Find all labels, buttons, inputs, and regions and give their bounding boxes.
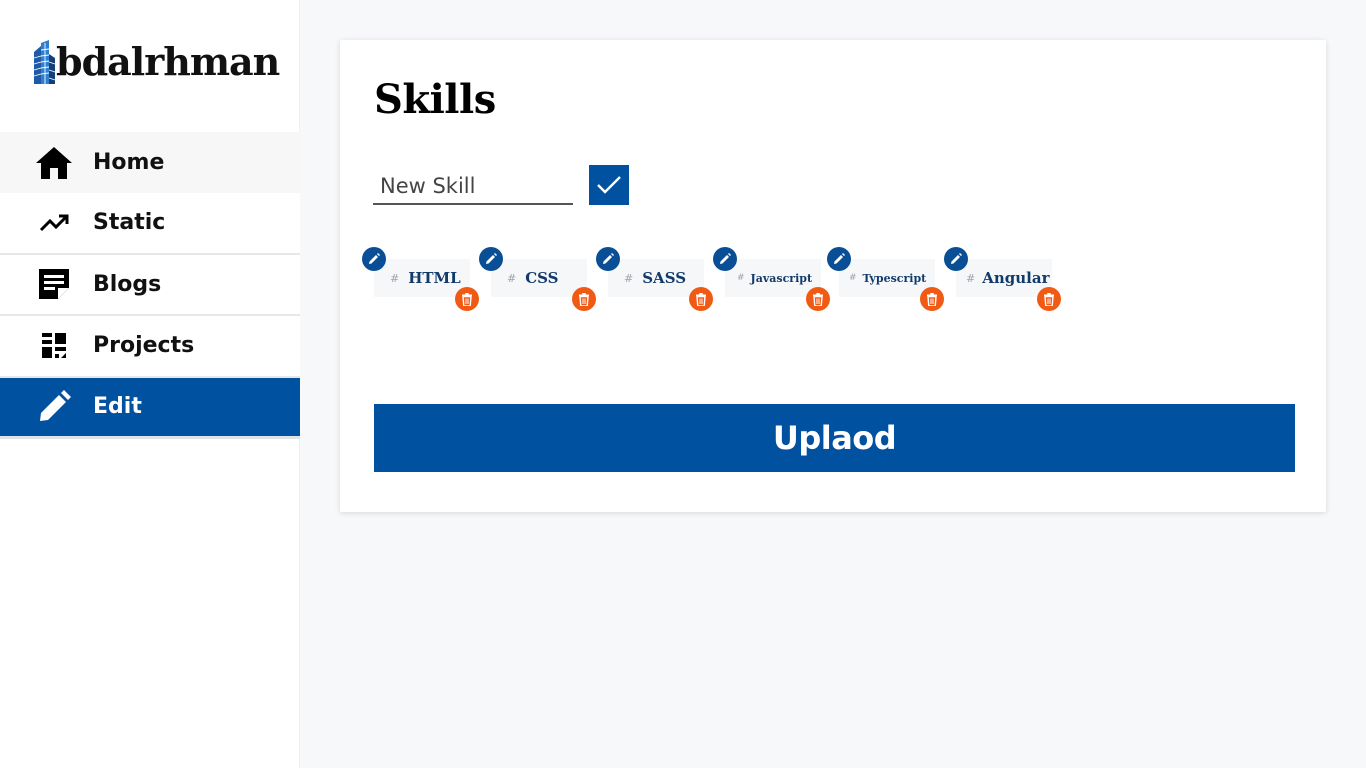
sidebar-item-label: Blogs	[93, 271, 162, 297]
sidebar-item-static[interactable]: Static	[0, 193, 300, 255]
chip-delete-button[interactable]	[806, 287, 830, 311]
skill-chip[interactable]: # Typescript	[827, 247, 944, 311]
pencil-icon	[720, 253, 731, 264]
chip-hash: #	[624, 271, 634, 285]
sidebar: bdalrhman Home Static Blogs Projects Edi…	[0, 0, 300, 768]
logo[interactable]: bdalrhman	[32, 34, 280, 84]
chip-edit-button[interactable]	[479, 247, 503, 271]
sidebar-item-label: Home	[93, 150, 165, 175]
sidebar-item-blogs[interactable]: Blogs	[0, 254, 300, 316]
chip-hash: #	[390, 271, 400, 285]
trash-icon	[579, 292, 589, 306]
chip-delete-button[interactable]	[455, 287, 479, 311]
chip-label: Angular	[982, 269, 1050, 287]
sidebar-item-projects[interactable]: Projects	[0, 316, 300, 378]
logo-text: bdalrhman	[56, 39, 280, 84]
chip-delete-button[interactable]	[572, 287, 596, 311]
trash-icon	[462, 292, 472, 306]
chip-label: HTML	[408, 269, 461, 287]
pencil-icon	[834, 253, 845, 264]
add-skill-button[interactable]	[589, 165, 629, 205]
chip-edit-button[interactable]	[827, 247, 851, 271]
chip-label: Javascript	[750, 271, 813, 285]
building-logo-icon	[33, 40, 56, 84]
sidebar-item-label: Static	[93, 210, 166, 236]
chip-hash: #	[849, 273, 857, 283]
chip-edit-button[interactable]	[713, 247, 737, 271]
skill-chip[interactable]: # Javascript	[713, 247, 830, 311]
sidebar-item-label: Edit	[93, 394, 142, 420]
upload-button[interactable]: Uplaod	[374, 404, 1295, 472]
check-icon	[597, 176, 621, 194]
chip-delete-button[interactable]	[920, 287, 944, 311]
chip-hash: #	[966, 271, 976, 285]
new-skill-input[interactable]	[373, 164, 573, 205]
sidebar-item-label: Projects	[93, 333, 195, 359]
chip-hash: #	[507, 271, 517, 285]
chip-delete-button[interactable]	[1037, 287, 1061, 311]
sidebar-item-edit[interactable]: Edit	[0, 377, 300, 439]
pencil-icon	[486, 253, 497, 264]
sticky-note-icon	[34, 266, 74, 302]
pencil-icon	[369, 253, 380, 264]
chip-hash: #	[737, 273, 745, 283]
sidebar-item-home[interactable]: Home	[0, 132, 300, 193]
trash-icon	[813, 292, 823, 306]
skill-chip[interactable]: # SASS	[596, 247, 713, 311]
dashboard-icon	[34, 328, 74, 364]
skill-chip[interactable]: # CSS	[479, 247, 596, 311]
chip-edit-button[interactable]	[596, 247, 620, 271]
chip-delete-button[interactable]	[689, 287, 713, 311]
chip-edit-button[interactable]	[362, 247, 386, 271]
page-title: Skills	[374, 76, 496, 123]
sidebar-nav: Home Static Blogs Projects Edit	[0, 132, 300, 439]
trash-icon	[696, 292, 706, 306]
skill-chip[interactable]: # HTML	[362, 247, 479, 311]
trash-icon	[927, 292, 937, 306]
skill-chip[interactable]: # Angular	[944, 247, 1061, 311]
home-icon	[34, 145, 74, 181]
pencil-icon	[34, 389, 74, 425]
trash-icon	[1044, 292, 1054, 306]
chip-label: CSS	[525, 269, 559, 287]
chip-label: Typescript	[862, 271, 927, 285]
pencil-icon	[603, 253, 614, 264]
chip-edit-button[interactable]	[944, 247, 968, 271]
trending-up-icon	[34, 205, 74, 241]
skills-card: Skills # HTML # CSS	[340, 40, 1326, 512]
chip-label: SASS	[642, 269, 687, 287]
pencil-icon	[951, 253, 962, 264]
